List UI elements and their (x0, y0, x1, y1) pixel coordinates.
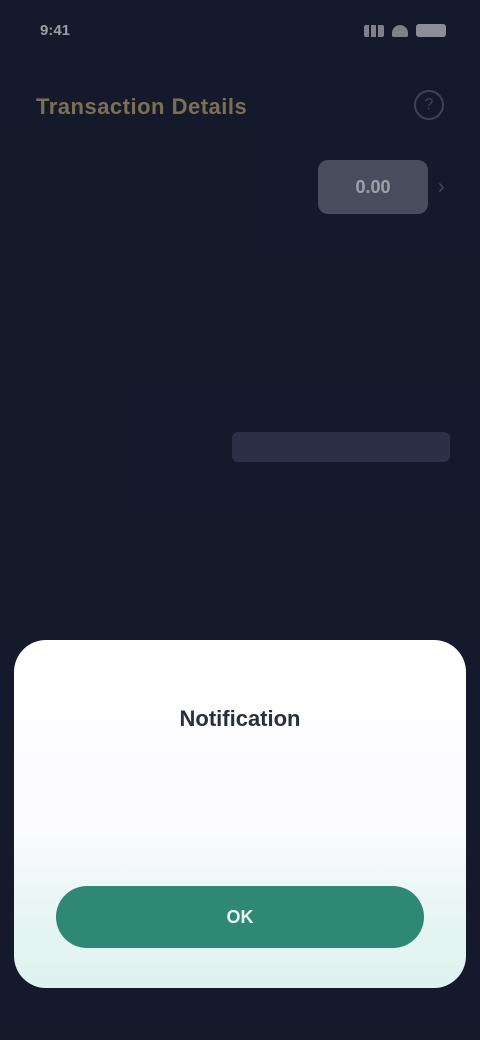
confirm-button[interactable]: OK (56, 886, 424, 948)
dialog-title: Notification (179, 706, 301, 731)
notification-dialog: Notification OK (14, 640, 466, 988)
